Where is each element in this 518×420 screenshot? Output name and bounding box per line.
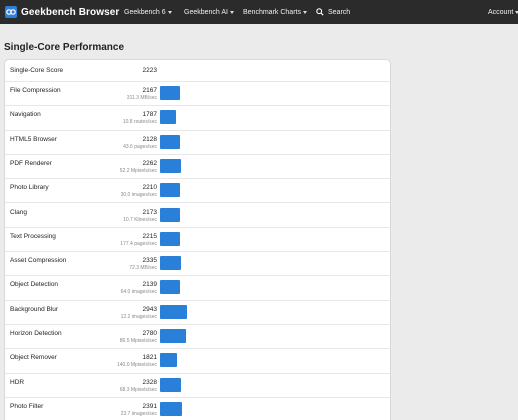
benchmark-name: Background Blur	[10, 305, 59, 313]
score-bar	[160, 86, 180, 100]
nav-geekbench-ai[interactable]: Geekbench AI	[184, 9, 234, 16]
benchmark-row: Background Blur 2943 12.2 images/sec	[5, 301, 390, 325]
benchmark-score: 1787	[142, 111, 157, 119]
benchmark-rate: 12.2 images/sec	[120, 313, 157, 320]
benchmark-rate: 30.0 images/sec	[120, 192, 157, 199]
score-bar	[160, 256, 182, 271]
benchmark-rate: 43.6 pages/sec	[123, 143, 157, 150]
benchmark-name: Navigation	[10, 111, 41, 119]
caret-down-icon	[302, 10, 307, 14]
search-icon	[316, 8, 324, 16]
brand-link[interactable]: Geekbench Browser	[5, 6, 119, 18]
benchmark-score: 2262	[142, 159, 157, 167]
benchmark-row: HDR 2328 68.3 Mpixels/sec	[5, 374, 390, 398]
benchmark-rate: 10.8 routes/sec	[122, 119, 157, 126]
benchmark-rate: 64.0 images/sec	[120, 289, 157, 296]
benchmark-rate: 23.7 images/sec	[120, 410, 157, 417]
benchmark-name: Asset Compression	[10, 257, 67, 265]
nav-geekbench-6[interactable]: Geekbench 6	[124, 9, 172, 16]
benchmark-rate: 52.2 Mpixels/sec	[119, 167, 157, 174]
score-bar	[160, 134, 180, 149]
benchmark-name: HTML5 Browser	[10, 135, 57, 143]
nav-search[interactable]: Search	[316, 8, 350, 16]
benchmark-rate: 10.7 Klines/sec	[123, 216, 157, 223]
score-bar	[160, 110, 177, 125]
benchmark-rate: 177.4 pages/sec	[120, 240, 157, 247]
benchmark-row: File Compression 2167 311.3 MB/sec	[5, 82, 390, 107]
benchmark-name: File Compression	[10, 87, 61, 94]
benchmark-row: PDF Renderer 2262 52.2 Mpixels/sec	[5, 155, 390, 180]
score-bar	[160, 377, 182, 392]
summary-label: Single-Core Score	[10, 67, 64, 74]
score-bar	[160, 207, 180, 222]
results-card: Single-Core Score 2223 File Compression 2…	[4, 59, 391, 420]
benchmark-score: 2328	[142, 378, 157, 386]
score-bar	[160, 401, 182, 416]
benchmark-row: Text Processing 2215 177.4 pages/sec	[5, 228, 390, 253]
benchmark-name: PDF Renderer	[10, 159, 52, 167]
nav-label: Geekbench AI	[184, 8, 228, 16]
nav-label: Account	[488, 8, 514, 16]
nav-label: Benchmark Charts	[243, 8, 301, 16]
score-bar	[160, 304, 187, 319]
search-label: Search	[328, 8, 351, 16]
benchmark-row: Horizon Detection 2780 86.5 Mpixels/sec	[5, 325, 390, 350]
benchmark-name: Object Remover	[10, 354, 57, 362]
benchmark-name: HDR	[10, 378, 25, 386]
benchmark-score: 2335	[142, 257, 157, 265]
benchmark-row: Clang 2173 10.7 Klines/sec	[5, 204, 390, 228]
score-bar	[160, 158, 181, 173]
benchmark-rate: 311.3 MB/sec	[126, 95, 157, 101]
benchmark-score: 2139	[142, 281, 157, 289]
benchmark-score: 1821	[142, 354, 157, 362]
nav-account[interactable]: Account	[488, 9, 518, 16]
nav-label: Geekbench 6	[124, 8, 166, 16]
benchmark-name: Text Processing	[10, 232, 56, 240]
benchmark-rate: 140.0 Mpixels/sec	[116, 362, 157, 369]
benchmark-score: 2128	[142, 135, 157, 143]
summary-row: Single-Core Score 2223	[5, 60, 390, 82]
brand-name: Geekbench Browser	[21, 6, 120, 18]
benchmark-name: Object Detection	[10, 281, 59, 289]
page-title: Single-Core Performance	[4, 42, 125, 53]
caret-down-icon	[167, 10, 172, 14]
score-bar	[160, 231, 181, 246]
benchmark-score: 2943	[142, 305, 157, 313]
summary-score: 2223	[142, 67, 157, 74]
score-bar	[160, 353, 177, 368]
benchmark-score: 2167	[142, 87, 157, 94]
benchmark-row: HTML5 Browser 2128 43.6 pages/sec	[5, 131, 390, 155]
benchmark-score: 2173	[142, 208, 157, 216]
benchmark-row: Object Remover 1821 140.0 Mpixels/sec	[5, 349, 390, 374]
nav-benchmark-charts[interactable]: Benchmark Charts	[243, 9, 307, 16]
geekbench-logo-icon	[5, 6, 17, 18]
benchmark-score: 2391	[142, 402, 157, 410]
benchmark-score: 2210	[142, 184, 157, 192]
benchmark-row: Navigation 1787 10.8 routes/sec	[5, 106, 390, 131]
benchmark-name: Horizon Detection	[10, 330, 62, 337]
benchmark-rate: 68.3 Mpixels/sec	[119, 386, 157, 393]
top-navbar: Geekbench Browser Geekbench 6 Geekbench …	[0, 0, 518, 24]
benchmark-name: Photo Filter	[10, 402, 44, 410]
benchmark-name: Clang	[10, 208, 27, 216]
score-bar	[160, 183, 181, 198]
score-bar	[160, 280, 180, 295]
benchmark-row: Photo Filter 2391 23.7 images/sec	[5, 398, 390, 420]
benchmark-score: 2215	[142, 232, 157, 240]
benchmark-rate: 72.3 MB/sec	[129, 265, 157, 272]
benchmark-row: Asset Compression 2335 72.3 MB/sec	[5, 252, 390, 277]
benchmark-row: Photo Library 2210 30.0 images/sec	[5, 179, 390, 204]
benchmark-rate: 86.5 Mpixels/sec	[119, 338, 157, 344]
score-bar	[160, 329, 186, 343]
caret-down-icon	[229, 10, 234, 14]
benchmark-row: Object Detection 2139 64.0 images/sec	[5, 276, 390, 301]
benchmark-name: Photo Library	[10, 184, 49, 192]
benchmark-score: 2780	[142, 330, 157, 337]
